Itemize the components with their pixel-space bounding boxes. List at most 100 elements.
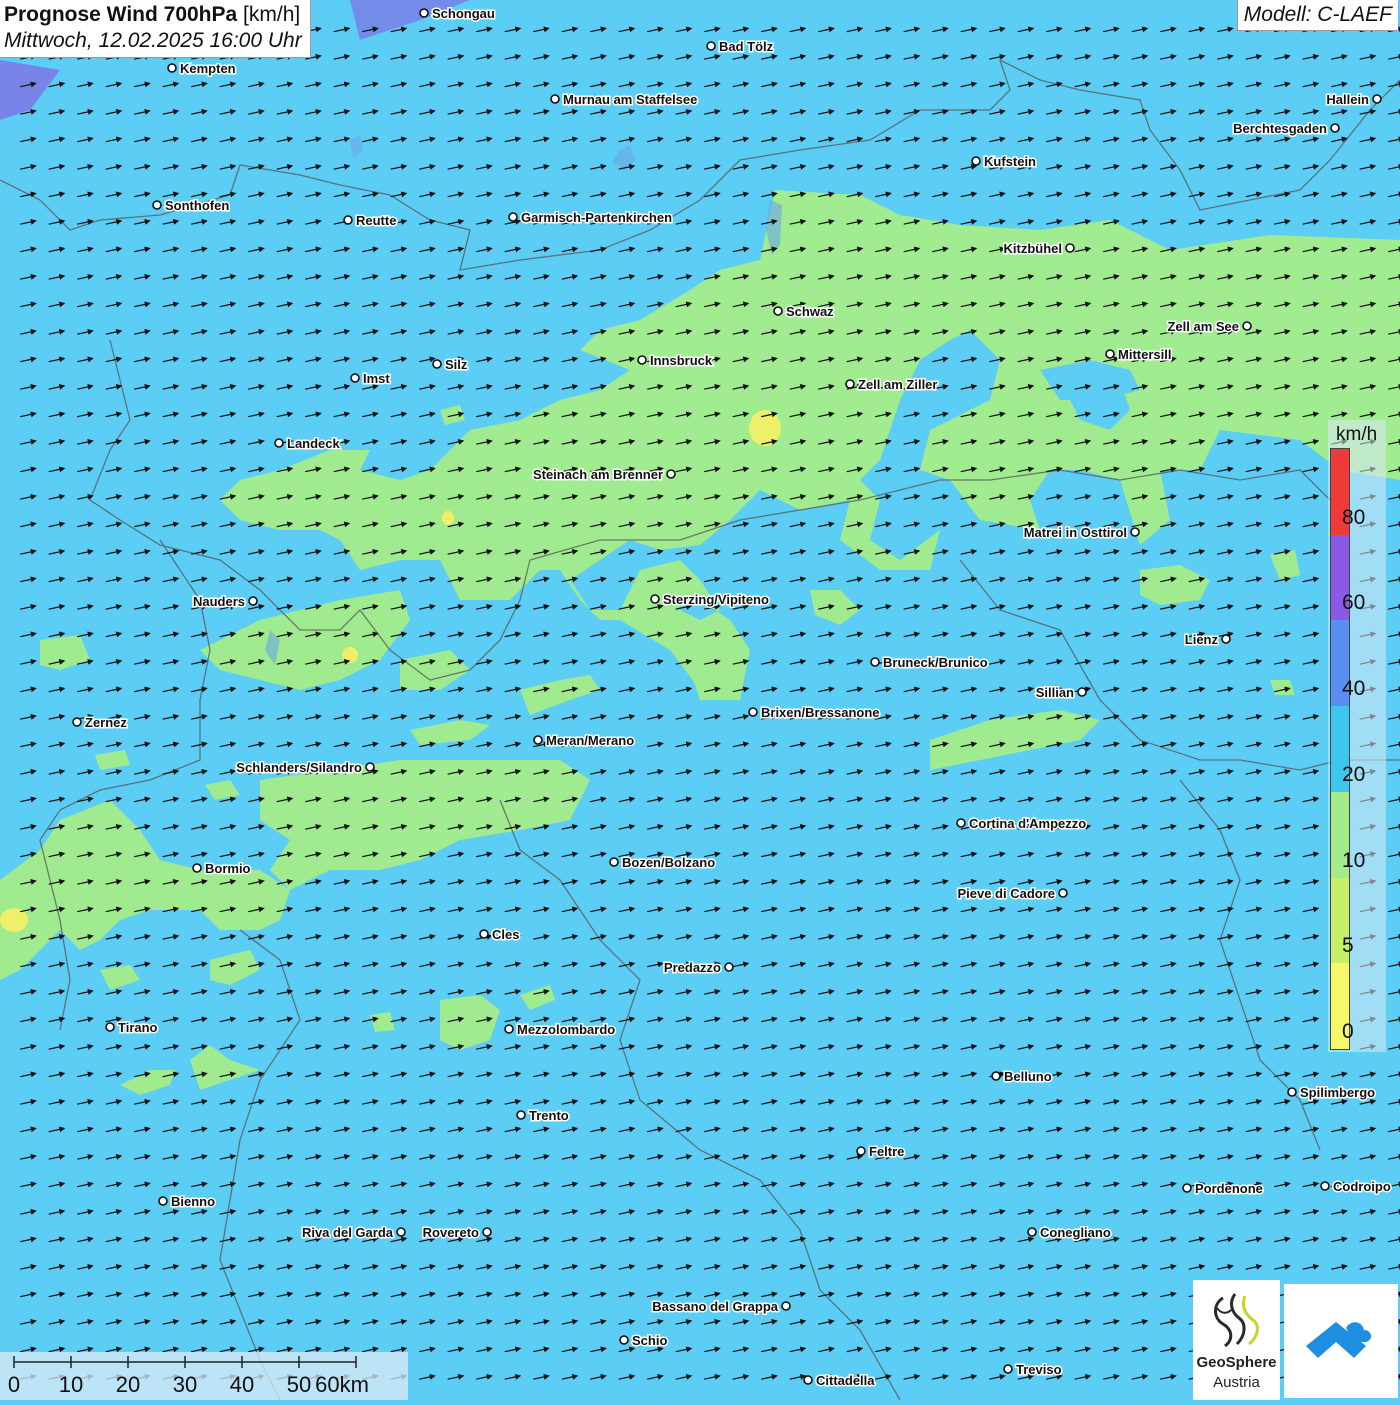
city-label: Matrei in Osttirol (1024, 525, 1127, 540)
city-label: Cortina d'Ampezzo (969, 816, 1086, 831)
city-dot (351, 374, 359, 382)
city-label: Berchtesgaden (1233, 121, 1327, 136)
city-dot (1106, 350, 1114, 358)
legend-label: 10 (1342, 849, 1365, 873)
city-dot (957, 819, 965, 827)
legend-label: 80 (1342, 506, 1365, 530)
city-label: Zell am Ziller (858, 377, 937, 392)
city-dot (420, 9, 428, 17)
city-dot (366, 763, 374, 771)
geosphere-name: GeoSphere (1193, 1354, 1280, 1371)
geosphere-logo: GeoSphere Austria (1193, 1280, 1280, 1400)
wind-app-icon (1284, 1284, 1398, 1398)
city-label: Conegliano (1040, 1225, 1111, 1240)
city-marker: Berchtesgaden (1233, 121, 1339, 136)
city-dot (433, 360, 441, 368)
city-label: Innsbruck (650, 353, 713, 368)
city-label: Predazzo (664, 960, 721, 975)
city-dot (193, 864, 201, 872)
city-marker: Sonthofen (153, 198, 229, 213)
city-dot (73, 718, 81, 726)
city-marker: Spilimbergo (1288, 1085, 1375, 1100)
city-marker: Matrei in Osttirol (1024, 525, 1139, 540)
city-label: Bormio (205, 861, 251, 876)
city-dot (749, 708, 757, 716)
city-label: Cles (492, 927, 519, 942)
city-label: Bruneck/Brunico (883, 655, 988, 670)
map-title: Prognose Wind 700hPa [km/h] (4, 3, 302, 27)
city-label: Rovereto (423, 1225, 479, 1240)
city-dot (651, 595, 659, 603)
city-dot (1288, 1088, 1296, 1096)
city-label: Brixen/Bressanone (761, 705, 880, 720)
city-dot (1078, 688, 1086, 696)
city-dot (1222, 635, 1230, 643)
city-marker: Bozen/Bolzano (610, 855, 715, 870)
city-dot (857, 1147, 865, 1155)
city-dot (159, 1197, 167, 1205)
city-label: Bad Tölz (719, 39, 774, 54)
wind-map: SchongauBad TölzKemptenMurnau am Staffel… (0, 0, 1400, 1400)
city-label: Schwaz (786, 304, 834, 319)
map-title-box: Prognose Wind 700hPa [km/h] Mittwoch, 12… (0, 0, 311, 58)
city-label: Treviso (1016, 1362, 1062, 1377)
city-label: Tirano (118, 1020, 158, 1035)
city-marker: Schongau (420, 6, 495, 21)
city-marker: Bassano del Grappa (652, 1299, 790, 1314)
forecast-datetime: Mittwoch, 12.02.2025 16:00 Uhr (4, 29, 302, 53)
city-dot (804, 1376, 812, 1384)
city-dot (397, 1228, 405, 1236)
city-dot (1243, 322, 1251, 330)
city-label: Reutte (356, 213, 396, 228)
city-marker: Garmisch-Partenkirchen (509, 210, 672, 225)
city-label: Zernez (85, 715, 127, 730)
city-dot (344, 216, 352, 224)
legend-unit: km/h (1336, 424, 1377, 446)
city-label: Spilimbergo (1300, 1085, 1375, 1100)
city-marker: Bruneck/Brunico (871, 655, 988, 670)
city-dot (638, 356, 646, 364)
scale-label: 10 (59, 1372, 83, 1397)
city-label: Mittersill (1118, 347, 1171, 362)
city-label: Schongau (432, 6, 495, 21)
city-label: Imst (363, 371, 390, 386)
city-dot (551, 95, 559, 103)
city-dot (534, 736, 542, 744)
city-label: Feltre (869, 1144, 904, 1159)
map-title-main: Prognose Wind 700hPa (4, 3, 237, 26)
scale-label: 50 (287, 1372, 311, 1397)
scale-label: 60km (315, 1372, 369, 1397)
city-dot (275, 439, 283, 447)
city-dot (846, 380, 854, 388)
city-label: Trento (529, 1108, 569, 1123)
city-dot (707, 42, 715, 50)
legend-label: 60 (1342, 591, 1365, 615)
city-marker: Meran/Merano (534, 733, 634, 748)
scale-bar-graphic: 0102030405060km (0, 1352, 408, 1400)
city-label: Steinach am Brenner (533, 467, 663, 482)
city-label: Silz (445, 357, 468, 372)
scale-label: 20 (116, 1372, 140, 1397)
city-label: Cittadella (816, 1373, 875, 1388)
city-label: Zell am See (1167, 319, 1239, 334)
city-label: Nauders (193, 594, 245, 609)
city-marker: Pieve di Cadore (957, 886, 1067, 901)
scale-label: 30 (173, 1372, 197, 1397)
legend-label: 40 (1342, 677, 1365, 701)
city-label: Schio (632, 1333, 667, 1348)
city-label: Kufstein (984, 154, 1036, 169)
city-dot (610, 858, 618, 866)
city-label: Murnau am Staffelsee (563, 92, 697, 107)
city-dot (972, 157, 980, 165)
city-marker: Schlanders/Silandro (236, 760, 374, 775)
city-dot (871, 658, 879, 666)
city-marker: Zell am See (1167, 319, 1251, 334)
city-dot (725, 963, 733, 971)
scale-bar: 0102030405060km (0, 1352, 408, 1400)
city-label: Belluno (1004, 1069, 1052, 1084)
city-marker: Conegliano (1028, 1225, 1111, 1240)
city-label: Pieve di Cadore (957, 886, 1055, 901)
city-dot (480, 930, 488, 938)
geosphere-country: Austria (1193, 1374, 1280, 1391)
city-marker: Murnau am Staffelsee (551, 92, 697, 107)
